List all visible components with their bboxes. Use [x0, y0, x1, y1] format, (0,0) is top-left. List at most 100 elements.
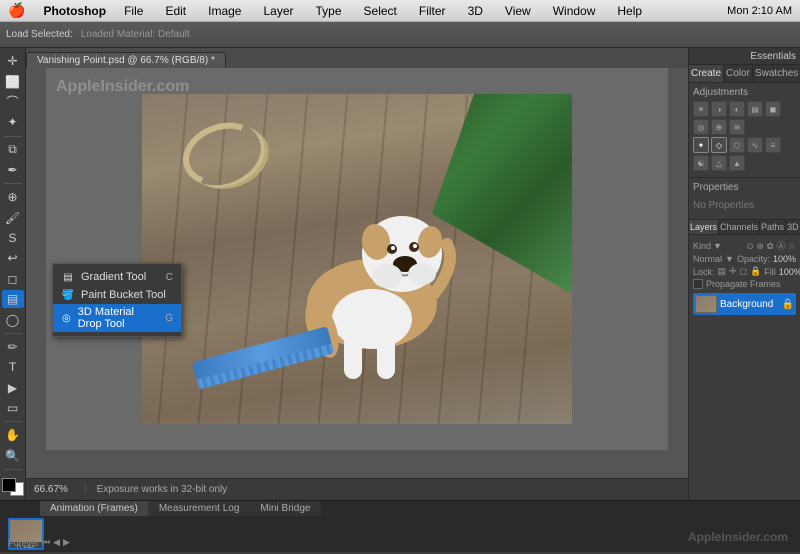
menu-edit[interactable]: Edit — [161, 3, 190, 19]
popup-gradient-tool[interactable]: ▤ Gradient Tool C — [53, 268, 181, 286]
tool-magic-wand[interactable]: ✦ — [2, 113, 24, 131]
tool-eyedropper[interactable]: ✒ — [2, 161, 24, 179]
menu-window[interactable]: Window — [549, 3, 600, 19]
adj-posterize[interactable]: ≡ — [765, 137, 781, 153]
canvas-container — [46, 68, 668, 450]
fill-value: 100% — [779, 267, 800, 277]
sub-tab-paths[interactable]: Paths — [760, 220, 786, 234]
adj-levels[interactable]: ◑ — [711, 101, 727, 117]
tool-history[interactable]: ↩ — [2, 249, 24, 267]
filmstrip-rewind[interactable]: ⏮ — [42, 537, 50, 548]
filter-icons: ⊙ ⊕ ✿ Ⓐ ☆ — [746, 239, 796, 252]
popup-3d-material-drop[interactable]: ◎ 3D Material Drop Tool G — [53, 304, 181, 332]
status-separator: | — [84, 484, 87, 495]
fill-label: Fill — [764, 267, 776, 277]
tool-shape[interactable]: ▭ — [2, 399, 24, 417]
essentials-header: Essentials — [689, 48, 800, 65]
adj-hue[interactable]: ▤ — [747, 101, 763, 117]
tool-brush[interactable]: 🖌 — [2, 208, 24, 226]
lock-icon-2[interactable]: ✛ — [729, 266, 737, 277]
sub-tab-3d[interactable]: 3D — [786, 220, 800, 234]
tool-move[interactable]: ✛ — [2, 52, 24, 70]
lock-icon-1[interactable]: ▤ — [718, 266, 727, 277]
gradient-tool-shortcut: C — [166, 272, 173, 283]
tab-swatches[interactable]: Swatches — [753, 65, 800, 82]
menu-3d[interactable]: 3D — [464, 3, 487, 19]
adj-selective-color[interactable]: ▲ — [729, 155, 745, 171]
adj-gradient-fill[interactable]: ⊕ — [711, 119, 727, 135]
opacity-label: Opacity: — [737, 254, 770, 264]
tab-create[interactable]: Create — [689, 65, 724, 82]
menu-select[interactable]: Select — [360, 3, 401, 19]
menu-help[interactable]: Help — [613, 3, 646, 19]
adj-vibrance[interactable]: ≋ — [729, 119, 745, 135]
tab-color[interactable]: Color — [724, 65, 753, 82]
filmstrip-tab-mini-bridge[interactable]: Mini Bridge — [250, 501, 321, 516]
layers-section: Layers Channels Paths 3D Kind ▼ ⊙ ⊕ ✿ Ⓐ … — [689, 220, 800, 500]
adj-solid-color[interactable]: ◼ — [765, 101, 781, 117]
tool-heal[interactable]: ⊕ — [2, 188, 24, 206]
adj-threshold[interactable]: ☯ — [693, 155, 709, 171]
filmstrip-prev-frame[interactable]: ◀ — [53, 537, 60, 548]
3d-material-drop-shortcut: G — [165, 313, 173, 324]
adj-photo-filter[interactable]: ◇ — [711, 137, 727, 153]
adjustments-icons: ☀ ◑ ◐ ▤ ◼ ◎ ⊕ ≋ — [693, 101, 796, 135]
adj-curves2[interactable]: ∿ — [747, 137, 763, 153]
tool-dodge[interactable]: ◯ — [2, 310, 24, 328]
menu-filter[interactable]: Filter — [415, 3, 450, 19]
tool-clone[interactable]: S — [2, 229, 24, 247]
color-swatches[interactable] — [2, 478, 24, 496]
gradient-tool-icon: ▤ — [61, 270, 75, 284]
filmstrip-play[interactable]: ▶ — [63, 537, 70, 548]
menu-type[interactable]: Type — [312, 3, 346, 19]
adj-invert[interactable]: △ — [711, 155, 727, 171]
filmstrip-tab-animation[interactable]: Animation (Frames) — [40, 501, 149, 516]
adj-curves[interactable]: ◐ — [729, 101, 745, 117]
layer-background-row[interactable]: Background 🔒 — [693, 293, 796, 315]
tool-marquee[interactable]: ⬜ — [2, 72, 24, 90]
sub-tab-layers[interactable]: Layers — [689, 220, 719, 234]
adj-channel-mixer[interactable]: ⬡ — [729, 137, 745, 153]
document-tab-vanishing-point[interactable]: Vanishing Point.psd @ 66.7% (RGB/8) * — [26, 52, 226, 68]
apple-logo: 🍎 — [8, 2, 25, 19]
status-bar: 66.67% | Exposure works in 32-bit only — [26, 478, 688, 500]
tool-eraser[interactable]: ◻ — [2, 270, 24, 288]
adj-colorbalance[interactable]: ✦ — [693, 137, 709, 153]
gradient-tool-label: Gradient Tool — [81, 271, 146, 283]
menu-image[interactable]: Image — [204, 3, 245, 19]
kind-dropdown-icon[interactable]: ▼ — [713, 241, 722, 251]
kind-label: Kind — [693, 241, 711, 251]
lock-label: Lock: — [693, 267, 715, 277]
tool-pen[interactable]: ✏ — [2, 338, 24, 356]
menu-layer[interactable]: Layer — [259, 3, 297, 19]
foreground-color-swatch[interactable] — [2, 478, 16, 492]
adj-pattern[interactable]: ◎ — [693, 119, 709, 135]
canvas-image[interactable] — [142, 94, 572, 424]
paint-bucket-label: Paint Bucket Tool — [81, 289, 166, 301]
adjustments-section: Adjustments ☀ ◑ ◐ ▤ ◼ ◎ ⊕ ≋ ✦ ◇ ⬡ ∿ ≡ ☯ … — [689, 83, 800, 178]
toolbar-separator-4 — [4, 421, 22, 422]
lock-icon-3[interactable]: ◻ — [740, 266, 747, 277]
tool-crop[interactable]: ⧉ — [2, 140, 24, 158]
propagate-checkbox[interactable] — [693, 279, 703, 289]
sub-tab-channels[interactable]: Channels — [719, 220, 760, 234]
menu-file[interactable]: File — [120, 3, 147, 19]
essentials-label: Essentials — [750, 51, 796, 62]
blend-mode-label: Normal — [693, 254, 722, 264]
popup-paint-bucket[interactable]: 🪣 Paint Bucket Tool — [53, 286, 181, 304]
options-load-label: Load Selected: — [6, 29, 73, 40]
filmstrip-tab-measurement[interactable]: Measurement Log — [149, 501, 251, 516]
tool-type[interactable]: T — [2, 358, 24, 376]
tool-zoom[interactable]: 🔍 — [2, 446, 24, 464]
tool-lasso[interactable]: ⌒ — [2, 93, 24, 111]
menu-view[interactable]: View — [501, 3, 535, 19]
tool-hand[interactable]: ✋ — [2, 426, 24, 444]
tool-path-select[interactable]: ▶ — [2, 378, 24, 396]
adj-brightness[interactable]: ☀ — [693, 101, 709, 117]
tool-gradient[interactable]: ▤ — [2, 290, 24, 308]
no-properties-text: No Properties — [693, 196, 796, 215]
adjustments-header: Adjustments — [693, 87, 796, 98]
blend-mode-arrow[interactable]: ▼ — [725, 254, 734, 264]
lock-icon-4[interactable]: 🔒 — [750, 266, 761, 277]
right-panel: Essentials Create Color Swatches Styles … — [688, 48, 800, 500]
